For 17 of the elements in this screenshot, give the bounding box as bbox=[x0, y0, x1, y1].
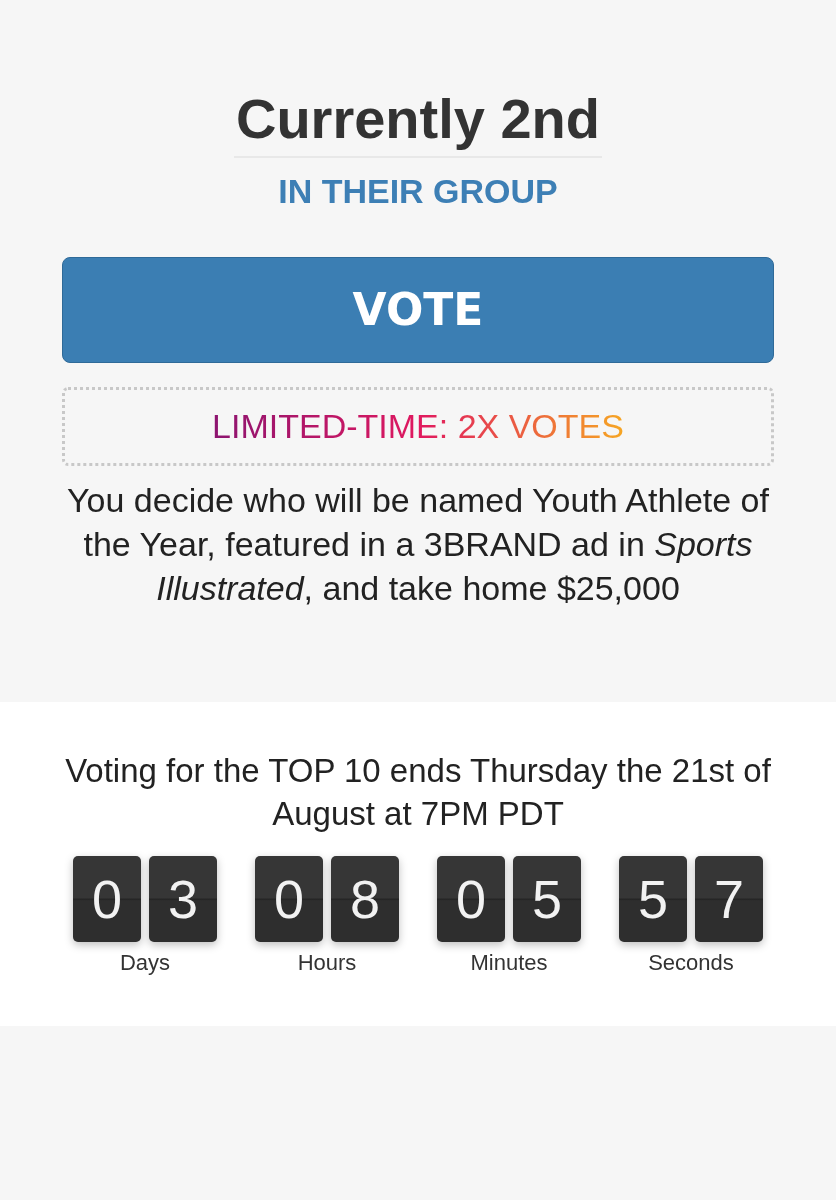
vote-button[interactable]: VOTE bbox=[62, 256, 774, 363]
flip-digit: 5 bbox=[619, 855, 687, 942]
flip-digit: 3 bbox=[149, 855, 217, 942]
deadline-text: Voting for the TOP 10 ends Thursday the 21st of August at 7PM PDT bbox=[64, 751, 772, 835]
rank-title: Currently 2nd bbox=[233, 88, 603, 158]
rank-subtitle: IN THEIR GROUP bbox=[278, 171, 558, 211]
countdown-label: Minutes bbox=[470, 949, 548, 976]
flip-digit: 0 bbox=[73, 855, 141, 942]
flip-digit: 0 bbox=[255, 855, 323, 942]
flip-digit: 8 bbox=[331, 855, 399, 942]
countdown-label: Seconds bbox=[648, 949, 734, 976]
description-text: You decide who will be named Youth Athlete of the Year, featured in a 3BRAND ad in Sports Illustrated, and take home $25,000 bbox=[66, 479, 770, 609]
countdown-label: Days bbox=[119, 949, 171, 976]
flip-digit: 0 bbox=[437, 855, 505, 942]
flip-digit: 7 bbox=[695, 855, 763, 942]
countdown-label: Hours bbox=[297, 949, 357, 976]
flip-digit: 5 bbox=[513, 855, 581, 942]
